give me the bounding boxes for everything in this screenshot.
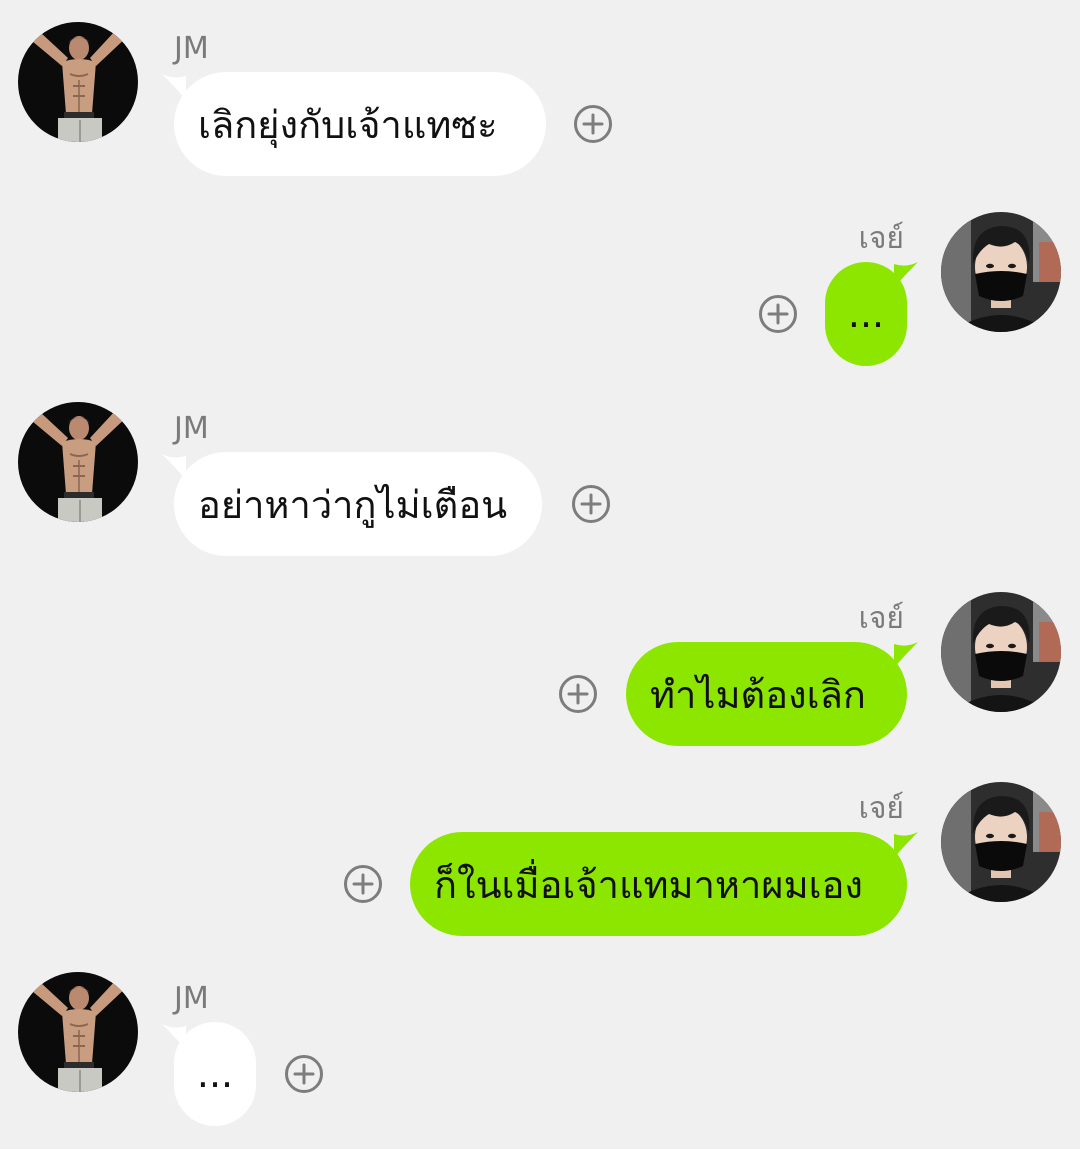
message-bubble[interactable]: เลิกยุ่งกับเจ้าแทซะ	[174, 72, 546, 176]
sender-name: เจย์	[858, 601, 904, 636]
avatar-jm[interactable]	[18, 402, 138, 522]
sender-name: JM	[174, 981, 209, 1016]
sender-name: เจย์	[858, 791, 904, 826]
chat-view[interactable]: JM เลิกยุ่งกับเจ้าแทซะ เจย์ ... JM อย่าห…	[0, 0, 1080, 1149]
add-reaction-icon	[558, 674, 598, 714]
avatar-jay[interactable]	[941, 212, 1061, 332]
add-reaction-button[interactable]	[343, 864, 383, 904]
message-text: เลิกยุ่งกับเจ้าแทซะ	[198, 102, 498, 147]
message-text: ...	[196, 1052, 234, 1096]
add-reaction-icon	[284, 1054, 324, 1094]
message-text: ก็ในเมื่อเจ้าแทมาหาผมเอง	[434, 862, 863, 907]
add-reaction-icon	[343, 864, 383, 904]
message-text: อย่าหาว่ากูไม่เตือน	[198, 482, 508, 527]
message-bubble[interactable]: ก็ในเมื่อเจ้าแทมาหาผมเอง	[410, 832, 907, 936]
add-reaction-button[interactable]	[284, 1054, 324, 1094]
avatar-jay[interactable]	[941, 592, 1061, 712]
message-bubble[interactable]: อย่าหาว่ากูไม่เตือน	[174, 452, 542, 556]
shirtless-man-avatar-icon	[18, 972, 138, 1092]
masked-man-avatar-icon	[941, 212, 1061, 332]
masked-man-avatar-icon	[941, 782, 1061, 902]
avatar-jm[interactable]	[18, 22, 138, 142]
add-reaction-button[interactable]	[558, 674, 598, 714]
message-text: ทำไมต้องเลิก	[650, 672, 866, 717]
add-reaction-button[interactable]	[758, 294, 798, 334]
add-reaction-icon	[573, 104, 613, 144]
avatar-jm[interactable]	[18, 972, 138, 1092]
add-reaction-icon	[571, 484, 611, 524]
sender-name: JM	[174, 31, 209, 66]
shirtless-man-avatar-icon	[18, 22, 138, 142]
sender-name: เจย์	[858, 221, 904, 256]
bubble-tail	[894, 642, 918, 668]
bubble-tail	[894, 832, 918, 858]
add-reaction-button[interactable]	[573, 104, 613, 144]
message-bubble[interactable]: ...	[174, 1022, 256, 1126]
message-text: ...	[847, 292, 885, 336]
shirtless-man-avatar-icon	[18, 402, 138, 522]
avatar-jay[interactable]	[941, 782, 1061, 902]
masked-man-avatar-icon	[941, 592, 1061, 712]
add-reaction-button[interactable]	[571, 484, 611, 524]
message-bubble[interactable]: ...	[825, 262, 907, 366]
add-reaction-icon	[758, 294, 798, 334]
sender-name: JM	[174, 411, 209, 446]
message-bubble[interactable]: ทำไมต้องเลิก	[626, 642, 907, 746]
